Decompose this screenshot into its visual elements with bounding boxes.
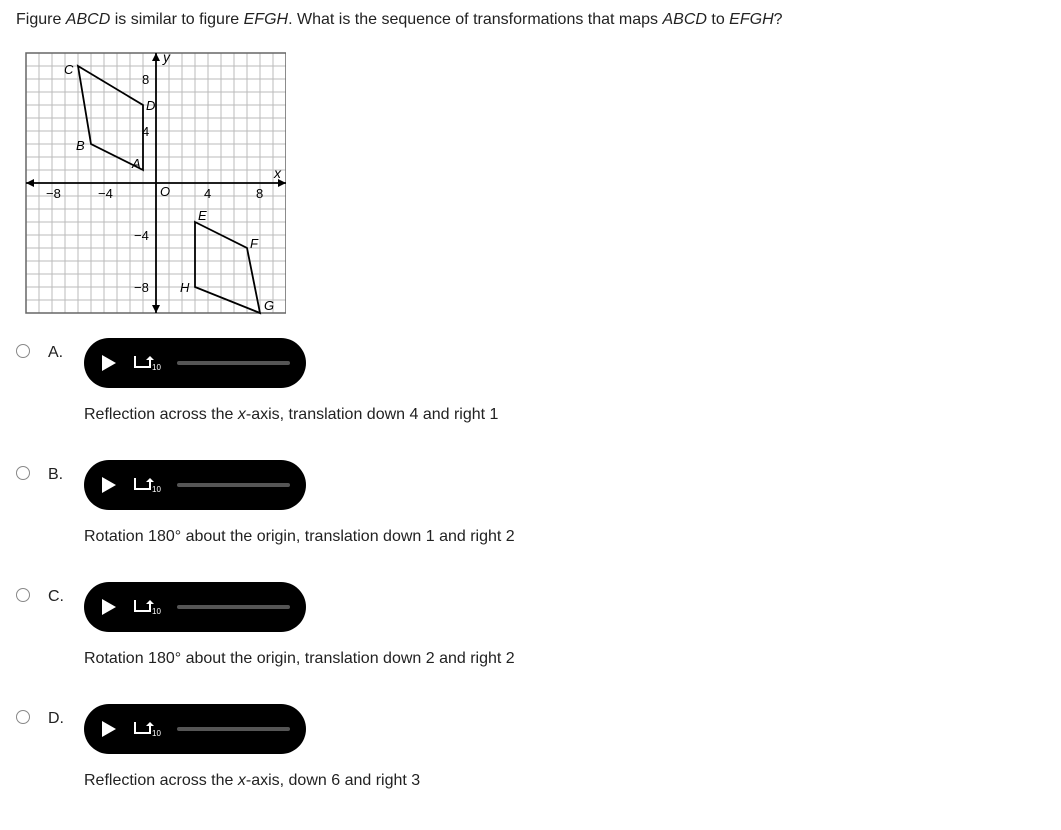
audio-player-b: 10 — [84, 460, 306, 510]
option-c-text: Rotation 180° about the origin, translat… — [84, 650, 515, 668]
option-d-letter: D. — [48, 704, 66, 728]
play-icon[interactable] — [100, 354, 118, 372]
svg-text:C: C — [64, 62, 74, 77]
svg-text:8: 8 — [256, 186, 263, 201]
option-c-letter: C. — [48, 582, 66, 606]
svg-text:−4: −4 — [98, 186, 113, 201]
question-text: Figure ABCD is similar to figure EFGH. W… — [16, 8, 1045, 32]
option-a: A. 10 Reflection across the x-axis, tran… — [16, 338, 1045, 452]
rewind-amount: 10 — [152, 485, 161, 494]
option-b-letter: B. — [48, 460, 66, 484]
rewind-10-icon[interactable] — [132, 353, 154, 373]
svg-text:−8: −8 — [46, 186, 61, 201]
play-icon[interactable] — [100, 476, 118, 494]
rewind-amount: 10 — [152, 363, 161, 372]
audio-progress[interactable] — [177, 483, 290, 487]
option-d: D. 10 Reflection across the x-axis, down… — [16, 704, 1045, 818]
svg-text:D: D — [146, 98, 155, 113]
option-a-text: Reflection across the x-axis, translatio… — [84, 406, 498, 424]
play-icon[interactable] — [100, 720, 118, 738]
option-a-radio[interactable] — [16, 344, 30, 358]
svg-text:E: E — [198, 208, 207, 223]
svg-text:O: O — [160, 184, 170, 199]
audio-player-c: 10 — [84, 582, 306, 632]
svg-text:8: 8 — [142, 72, 149, 87]
option-c-radio[interactable] — [16, 588, 30, 602]
rewind-amount: 10 — [152, 729, 161, 738]
audio-progress[interactable] — [177, 361, 290, 365]
option-d-text: Reflection across the x-axis, down 6 and… — [84, 772, 420, 790]
option-a-letter: A. — [48, 338, 66, 362]
svg-text:4: 4 — [204, 186, 211, 201]
option-c: C. 10 Rotation 180° about the origin, tr… — [16, 582, 1045, 696]
svg-text:H: H — [180, 280, 190, 295]
coordinate-graph: y x O −8 −4 4 8 8 4 −4 −8 A B C D E F G … — [16, 48, 1045, 318]
option-b-radio[interactable] — [16, 466, 30, 480]
svg-text:F: F — [250, 236, 259, 251]
svg-text:B: B — [76, 138, 85, 153]
option-b-text: Rotation 180° about the origin, translat… — [84, 528, 515, 546]
play-icon[interactable] — [100, 598, 118, 616]
audio-player-a: 10 — [84, 338, 306, 388]
audio-player-d: 10 — [84, 704, 306, 754]
answer-options: A. 10 Reflection across the x-axis, tran… — [16, 338, 1045, 822]
audio-progress[interactable] — [177, 605, 290, 609]
svg-text:−8: −8 — [134, 280, 149, 295]
rewind-10-icon[interactable] — [132, 475, 154, 495]
audio-progress[interactable] — [177, 727, 290, 731]
svg-text:G: G — [264, 298, 274, 313]
rewind-10-icon[interactable] — [132, 597, 154, 617]
svg-text:−4: −4 — [134, 228, 149, 243]
svg-text:x: x — [273, 165, 282, 181]
rewind-amount: 10 — [152, 607, 161, 616]
svg-text:A: A — [131, 156, 141, 171]
option-d-radio[interactable] — [16, 710, 30, 724]
rewind-10-icon[interactable] — [132, 719, 154, 739]
option-b: B. 10 Rotation 180° about the origin, tr… — [16, 460, 1045, 574]
svg-text:y: y — [162, 49, 171, 65]
